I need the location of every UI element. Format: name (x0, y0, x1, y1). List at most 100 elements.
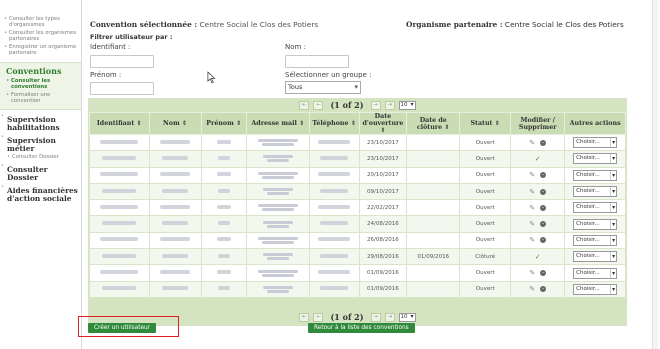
cell-statut: Ouvert (459, 264, 512, 282)
sidebar-item-consulter-conventions[interactable]: Consulter les conventions (6, 78, 78, 90)
prenom-input[interactable] (90, 82, 154, 95)
cell-date-ouverture: 01/09/2016 (358, 280, 408, 298)
redacted-cell (245, 264, 310, 282)
autres-actions-select[interactable]: Choisir... (573, 234, 618, 246)
col-telephone[interactable]: Téléphone ⇕ (308, 112, 360, 135)
delete-icon[interactable]: – (540, 286, 547, 293)
redacted-text (261, 240, 294, 244)
delete-icon[interactable]: – (540, 237, 547, 244)
autres-actions-select[interactable]: Choisir... (573, 202, 618, 214)
cell-modifier: ✎ – (510, 215, 566, 233)
prev-page-button[interactable]: ← (313, 100, 324, 110)
sidebar-item-formaliser-convention[interactable]: Formaliser une convention (6, 92, 78, 104)
cell-date-cloture: 01/09/2016 (406, 248, 461, 266)
sidebar-item-aides-financieres[interactable]: Aides financières d'action sociale (0, 184, 81, 202)
delete-icon[interactable]: – (540, 139, 547, 146)
next-page-button[interactable]: → (370, 312, 381, 322)
pencil-icon[interactable]: ✎ (529, 269, 535, 277)
redacted-cell (200, 280, 247, 298)
col-adresse-mail[interactable]: Adresse mail ⇕ (245, 112, 310, 135)
redacted-text (160, 237, 191, 242)
cell-modifier: ✎ – (510, 133, 566, 152)
col-prenom[interactable]: Prénom ⇕ (200, 112, 247, 135)
redacted-cell (308, 215, 360, 233)
check-icon[interactable]: ✓ (535, 253, 541, 261)
pencil-icon[interactable]: ✎ (529, 171, 535, 179)
cell-statut: Ouvert (459, 231, 512, 250)
users-table: Identifiant ⇕ Nom ⇕ Prénom ⇕ Adresse mai… (89, 112, 626, 298)
redacted-cell (148, 166, 202, 184)
first-page-button[interactable]: ⇤ (299, 100, 310, 110)
next-page-button[interactable]: → (370, 100, 381, 110)
redacted-cell (148, 182, 202, 201)
redacted-cell (245, 150, 310, 168)
col-nom[interactable]: Nom ⇕ (148, 112, 202, 135)
redacted-cell (308, 280, 360, 298)
col-identifiant[interactable]: Identifiant ⇕ (89, 112, 150, 135)
autres-actions-select[interactable]: Choisir... (573, 153, 618, 165)
col-statut[interactable]: Statut ⇕ (459, 112, 512, 135)
first-page-button[interactable]: ⇤ (299, 312, 310, 322)
autres-actions-select[interactable]: Choisir... (573, 137, 618, 149)
redacted-cell (89, 150, 150, 168)
pencil-icon[interactable]: ✎ (529, 139, 535, 147)
identifiant-input[interactable] (90, 55, 154, 68)
nom-input[interactable] (285, 55, 349, 68)
redacted-cell (148, 133, 202, 152)
autres-actions-select[interactable]: Choisir... (573, 218, 618, 230)
sidebar-section-title[interactable]: Conventions (6, 66, 78, 76)
cell-date-cloture (406, 166, 461, 184)
delete-icon[interactable]: – (540, 204, 547, 211)
cell-date-cloture (406, 231, 461, 250)
delete-icon[interactable]: – (540, 221, 547, 228)
sidebar-item-enregistrer-organisme[interactable]: Enregistrer un organisme partenaire (4, 44, 81, 56)
delete-icon[interactable]: – (540, 172, 547, 179)
pencil-icon[interactable]: ✎ (529, 236, 535, 244)
autres-actions-select[interactable]: Choisir... (573, 267, 618, 279)
filter-title: Filtrer utilisateur par : (90, 33, 173, 41)
delete-icon[interactable]: – (540, 270, 547, 277)
autres-actions-select[interactable]: Choisir... (573, 283, 618, 295)
highlight-box (78, 316, 179, 337)
table-header-row: Identifiant ⇕ Nom ⇕ Prénom ⇕ Adresse mai… (89, 112, 626, 135)
scrollbar[interactable] (652, 0, 658, 349)
col-date-ouverture[interactable]: Date d'ouverture ⇕ (358, 112, 408, 135)
delete-icon[interactable]: – (540, 188, 547, 195)
cell-date-cloture (406, 182, 461, 201)
redacted-text (257, 236, 298, 240)
autres-actions-select[interactable]: Choisir... (573, 251, 618, 263)
sidebar-item-supervision-habilitations[interactable]: Supervision habilitations (0, 113, 81, 131)
redacted-text (216, 139, 231, 144)
cell-statut: Ouvert (459, 133, 512, 152)
last-page-button[interactable]: ⇥ (384, 312, 395, 322)
redacted-cell (89, 133, 150, 152)
sidebar-item-supervision-metier[interactable]: Supervision métier (0, 134, 81, 152)
redacted-text (102, 286, 137, 291)
main-content: Convention sélectionnée : Centre Social … (88, 0, 660, 349)
pencil-icon[interactable]: ✎ (529, 285, 535, 293)
prev-page-button[interactable]: ← (313, 312, 324, 322)
sidebar-item-types-organismes[interactable]: Consulter les types d'organismes (4, 16, 81, 28)
redacted-cell (200, 215, 247, 233)
cell-date-ouverture: 24/08/2016 (358, 215, 408, 233)
pencil-icon[interactable]: ✎ (529, 204, 535, 212)
redacted-cell (89, 248, 150, 266)
col-date-cloture[interactable]: Date de clôture ⇕ (406, 112, 461, 135)
back-to-conventions-button[interactable]: Retour à la liste des conventions (308, 323, 415, 333)
pencil-icon[interactable]: ✎ (529, 188, 535, 196)
sidebar-item-consulter-dossier-sub[interactable]: Consulter Dossier (0, 154, 81, 160)
redacted-text (257, 171, 298, 175)
autres-actions-select[interactable]: Choisir... (573, 186, 618, 198)
sidebar-item-organismes-partenaires[interactable]: Consulter les organismes partenaires (4, 30, 81, 42)
autres-actions-select[interactable]: Choisir... (573, 169, 618, 181)
cell-statut: Clôturé (459, 248, 512, 266)
per-page-select[interactable]: 10 (398, 100, 416, 110)
cell-statut: Ouvert (459, 182, 512, 201)
pencil-icon[interactable]: ✎ (529, 220, 535, 228)
per-page-select[interactable]: 10 (398, 312, 416, 322)
sidebar-item-consulter-dossier[interactable]: Consulter Dossier (0, 163, 81, 181)
check-icon[interactable]: ✓ (535, 155, 541, 163)
redacted-text (318, 139, 351, 144)
last-page-button[interactable]: ⇥ (384, 100, 395, 110)
groupe-select[interactable]: Tous (285, 81, 361, 94)
